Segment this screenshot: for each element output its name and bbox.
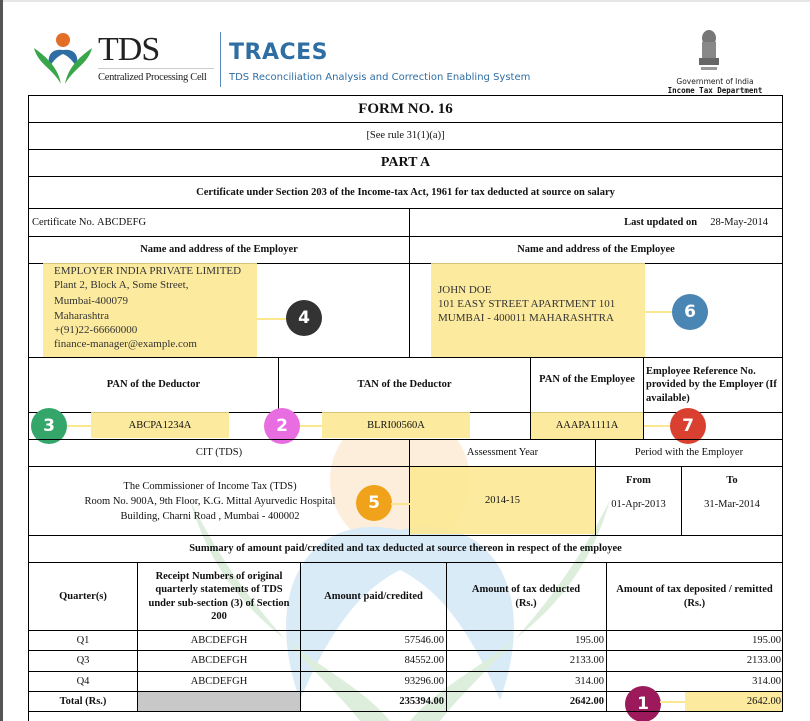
employee-name: JOHN DOE: [438, 284, 492, 296]
employee-reference-value: [700, 413, 780, 439]
pan-deductor-label: PAN of the Deductor: [106, 379, 201, 391]
summary-heading: Summary of amount paid/credited and tax …: [189, 543, 622, 555]
form-rule: [See rule 31(1)(a)]: [366, 130, 445, 142]
cell-amount-paid: 57546.00: [404, 634, 444, 646]
cell-tax-deducted: 195.00: [575, 634, 604, 646]
connector-1: [660, 701, 685, 703]
cell-total-amount-paid: 235394.00: [399, 695, 444, 707]
period-from-label: From: [626, 475, 651, 487]
connector-6: [645, 311, 673, 313]
cit-address: The Commissioner of Income Tax (TDS) Roo…: [60, 470, 360, 532]
pan-employee-value: AAAPA1111A: [555, 420, 619, 432]
cell-tax-deducted: 2133.00: [569, 655, 604, 667]
part-title: PART A: [380, 155, 431, 171]
cell-quarter: Q3: [76, 655, 90, 667]
employer-address-line: Mumbai-400079: [54, 295, 128, 308]
certificate-heading: Certificate under Section 203 of the Inc…: [196, 186, 615, 198]
period-to-value: 31-Mar-2014: [704, 499, 760, 511]
col-header-amount-paid: Amount paid/credited: [324, 590, 423, 602]
connector-3: [66, 425, 91, 427]
divider: [409, 263, 410, 357]
cell-tax-deposited: 2133.00: [746, 655, 781, 667]
cell-amount-paid: 84552.00: [404, 655, 444, 667]
cell-quarter: Q1: [76, 634, 90, 646]
certificate-number: Certificate No. ABCDEFG: [32, 209, 402, 236]
cell-receipt: ABCDEFGH: [190, 634, 248, 646]
tan-deductor-label: TAN of the Deductor: [357, 379, 452, 391]
employer-name: EMPLOYER INDIA PRIVATE LIMITED: [54, 265, 242, 277]
employer-address-line: Maharashtra: [54, 309, 109, 322]
cit-address-line: The Commissioner of Income Tax (TDS): [123, 480, 297, 492]
connector-2: [298, 425, 322, 427]
cell-total-tax-deducted: 2642.00: [569, 695, 604, 707]
assessment-year-label: Assessment Year: [466, 447, 539, 459]
divider: [28, 466, 783, 467]
connector-5: [391, 503, 410, 505]
employer-address: EMPLOYER INDIA PRIVATE LIMITED Plant 2, …: [54, 264, 241, 351]
col-header-receipt: Receipt Numbers of original quarterly st…: [148, 571, 290, 622]
cell-tax-deposited: 195.00: [752, 634, 781, 646]
cit-address-line: Room No. 900A, 9th Floor, K.G. Mittal Ay…: [84, 495, 336, 507]
col-header-tax-deposited: Amount of tax deposited / remitted (Rs.): [616, 584, 773, 609]
employer-heading: Name and address of the Employer: [140, 244, 298, 256]
col-header-tax-deducted: Amount of tax deducted (Rs.): [471, 584, 581, 609]
connector-4: [257, 318, 287, 320]
period-from-value: 01-Apr-2013: [611, 499, 666, 511]
employer-phone: +(91)22-66660000: [54, 323, 138, 336]
employee-address: JOHN DOE 101 EASY STREET APARTMENT 101 M…: [438, 283, 615, 326]
connector-7: [644, 425, 672, 427]
employee-reference-label: Employee Reference No. provided by the E…: [646, 366, 777, 404]
last-updated: Last updated on 28-May-2014: [410, 209, 768, 236]
annotation-badge-6: 6: [672, 294, 708, 330]
cit-label: CIT (TDS): [195, 447, 243, 459]
employee-heading: Name and address of the Employee: [517, 244, 675, 256]
cell-total-label: Total (Rs.): [59, 695, 107, 707]
period-label: Period with the Employer: [634, 447, 744, 459]
annotation-badge-5: 5: [356, 485, 392, 521]
employee-address-line: 101 EASY STREET APARTMENT 101: [438, 298, 616, 311]
certificate-no-value: ABCDEFG: [97, 216, 147, 228]
employee-address-line: MUMBAI - 400011 MAHARASHTRA: [438, 312, 614, 325]
cell-total-receipt-empty: [138, 692, 300, 711]
annotation-badge-4: 4: [286, 300, 322, 336]
employer-address-line: Plant 2, Block A, Some Street,: [54, 279, 189, 292]
cell-total-tax-deposited: 2642.00: [746, 695, 781, 707]
divider: [28, 711, 783, 712]
cell-amount-paid: 93296.00: [404, 675, 444, 687]
col-header-quarter: Quarter(s): [59, 590, 107, 602]
cell-quarter: Q4: [76, 675, 90, 687]
employer-email: finance-manager@example.com: [54, 338, 197, 351]
cell-tax-deducted: 314.00: [575, 675, 604, 687]
form-title: FORM NO. 16: [358, 100, 453, 117]
pan-employee-label: PAN of the Employee: [539, 374, 635, 386]
form-16: FORM NO. 16 [See rule 31(1)(a)] PART A C…: [0, 0, 810, 721]
cit-address-line: Building, Charni Road , Mumbai - 400002: [120, 510, 300, 522]
cell-receipt: ABCDEFGH: [190, 675, 248, 687]
cell-receipt: ABCDEFGH: [190, 655, 248, 667]
pan-deductor-value: ABCPA1234A: [128, 420, 192, 432]
assessment-year-value: 2014-15: [485, 494, 520, 506]
last-updated-value: 28-May-2014: [710, 216, 768, 228]
period-to-label: To: [726, 475, 738, 487]
tan-deductor-value: BLRI00560A: [367, 420, 425, 432]
form-border-right: [782, 95, 783, 711]
annotation-badge-1: 1: [625, 686, 661, 721]
certificate-no-label: Certificate No.: [32, 216, 95, 228]
last-updated-label: Last updated on: [624, 216, 698, 228]
